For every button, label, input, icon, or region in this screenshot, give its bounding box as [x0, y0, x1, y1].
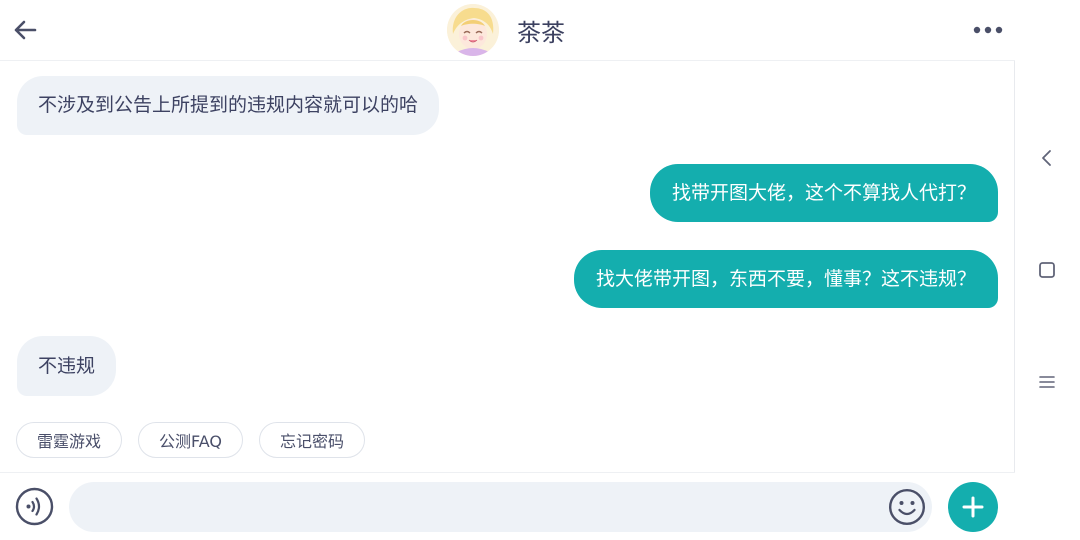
more-dots-icon — [973, 26, 1003, 34]
chevron-left-icon — [1042, 150, 1051, 166]
message-bubble-incoming[interactable]: 不涉及到公告上所提到的违规内容就可以的哈 — [17, 76, 440, 135]
back-button[interactable] — [8, 12, 42, 48]
message-bubble-incoming[interactable]: 不违规 — [17, 336, 117, 396]
system-navigation-bar — [1015, 0, 1080, 540]
input-bar — [0, 472, 1015, 540]
system-home-button[interactable] — [1035, 258, 1059, 282]
arrow-left-icon — [14, 20, 37, 40]
more-button[interactable] — [968, 14, 1008, 46]
message-bubble-outgoing[interactable]: 找大佬带开图，东西不要，懂事？这不违规？ — [573, 250, 998, 308]
quick-reply-chip[interactable]: 雷霆游戏 — [16, 422, 123, 458]
add-button[interactable] — [948, 482, 998, 532]
voice-icon — [15, 487, 54, 526]
square-icon — [1039, 262, 1055, 278]
message-list[interactable]: 不涉及到公告上所提到的违规内容就可以的哈 找带开图大佬，这个不算找人代打？ 找大… — [0, 61, 1015, 411]
chat-app: 茶茶 不涉及到公告上所提到的违规内容就可以的哈 找带开图大佬，这个不算找人代打？… — [0, 0, 1015, 540]
quick-reply-chip[interactable]: 忘记密码 — [259, 422, 366, 458]
emoji-button[interactable] — [888, 488, 926, 526]
voice-button[interactable] — [15, 487, 54, 526]
avatar-image — [447, 4, 499, 56]
chat-title: 茶茶 — [517, 18, 565, 47]
system-menu-button[interactable] — [1035, 370, 1059, 394]
avatar[interactable] — [447, 4, 499, 56]
quick-reply-row: 雷霆游戏 公测FAQ 忘记密码 — [16, 422, 366, 458]
chat-header: 茶茶 — [447, 4, 565, 56]
message-bubble-outgoing[interactable]: 找带开图大佬，这个不算找人代打？ — [649, 164, 998, 222]
system-back-button[interactable] — [1035, 146, 1059, 170]
quick-reply-chip[interactable]: 公测FAQ — [138, 422, 244, 458]
menu-lines-icon — [1039, 376, 1055, 388]
message-input[interactable] — [69, 482, 932, 532]
top-navbar: 茶茶 — [0, 0, 1015, 61]
plus-icon — [962, 496, 984, 518]
emoji-icon — [889, 489, 925, 525]
